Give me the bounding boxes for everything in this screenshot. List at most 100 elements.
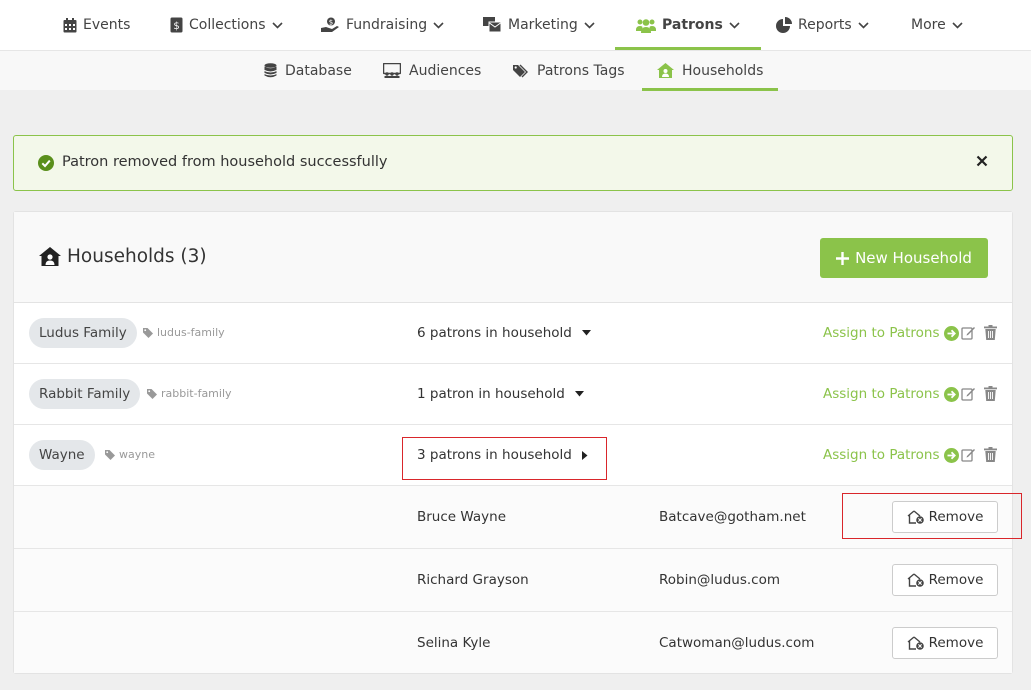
assign-to-patrons-link[interactable]: Assign to Patrons	[823, 447, 959, 463]
remove-button[interactable]: Remove	[892, 564, 998, 596]
household-slug: wayne	[105, 448, 155, 461]
close-icon[interactable]	[976, 155, 988, 167]
nav-marketing-label: Marketing	[508, 17, 578, 33]
phone-dollar-icon: $	[170, 17, 183, 33]
caret-down-icon	[574, 391, 584, 397]
nav-events-label: Events	[83, 17, 131, 33]
subnav-patrons-tags[interactable]: Patrons Tags	[513, 51, 625, 90]
chevron-down-icon	[729, 21, 740, 29]
household-name[interactable]: Ludus Family	[29, 318, 137, 348]
households-panel: Households (3) New Household Ludus Famil…	[13, 211, 1013, 674]
check-circle-icon	[38, 155, 54, 171]
nav-fundraising[interactable]: $ Fundraising	[321, 0, 444, 50]
arrow-circle-right-icon	[943, 325, 959, 341]
users-icon	[636, 18, 656, 33]
sub-navigation: Database Audiences Patrons Tags Househol…	[0, 50, 1031, 91]
nav-reports-label: Reports	[798, 17, 852, 33]
subnav-households[interactable]: Households	[641, 51, 779, 91]
trash-icon[interactable]	[984, 447, 997, 462]
edit-icon[interactable]	[961, 325, 976, 340]
household-count-toggle[interactable]: 1 patron in household	[417, 386, 584, 402]
panel-header: Households (3) New Household	[14, 212, 1012, 303]
household-count-toggle[interactable]: 3 patrons in household	[417, 447, 588, 463]
subnav-households-label: Households	[682, 62, 764, 79]
patron-row: Selina Kyle Catwoman@ludus.com Remove	[14, 612, 1012, 673]
subnav-database[interactable]: Database	[264, 51, 352, 90]
assign-label: Assign to Patrons	[823, 325, 940, 341]
house-remove-icon	[907, 573, 924, 587]
household-count-text: 3 patrons in household	[417, 447, 572, 463]
patron-row: Bruce Wayne Batcave@gotham.net Remove	[14, 486, 1012, 549]
nav-patrons[interactable]: Patrons	[615, 0, 761, 50]
assign-label: Assign to Patrons	[823, 386, 940, 402]
chevron-down-icon	[433, 21, 444, 29]
remove-label: Remove	[928, 572, 984, 588]
house-remove-icon	[907, 636, 924, 650]
trash-icon[interactable]	[984, 386, 997, 401]
remove-button[interactable]: Remove	[892, 501, 998, 533]
pie-chart-icon	[776, 17, 792, 33]
subnav-audiences-label: Audiences	[409, 62, 482, 79]
patron-name: Richard Grayson	[417, 572, 529, 588]
database-icon	[264, 63, 277, 78]
patron-email: Batcave@gotham.net	[659, 509, 806, 525]
house-user-icon	[657, 63, 674, 78]
subnav-audiences[interactable]: Audiences	[383, 51, 481, 90]
tags-icon	[513, 64, 528, 77]
nav-reports[interactable]: Reports	[776, 0, 869, 50]
nav-marketing[interactable]: Marketing	[483, 0, 595, 50]
house-remove-icon	[907, 510, 924, 524]
household-row: Wayne wayne 3 patrons in household Assig…	[14, 425, 1012, 486]
household-name[interactable]: Wayne	[29, 440, 95, 470]
assign-label: Assign to Patrons	[823, 447, 940, 463]
remove-button[interactable]: Remove	[892, 627, 998, 659]
patron-email: Robin@ludus.com	[659, 572, 780, 588]
nav-fundraising-label: Fundraising	[346, 17, 428, 33]
top-navigation: Events $ Collections $ Fundraising Marke…	[0, 0, 1031, 50]
subnav-patrons-tags-label: Patrons Tags	[537, 62, 625, 79]
household-count-toggle[interactable]: 6 patrons in household	[417, 325, 591, 341]
nav-patrons-label: Patrons	[662, 17, 723, 33]
subnav-database-label: Database	[285, 62, 352, 79]
trash-icon[interactable]	[984, 325, 997, 340]
nav-more-label: More	[911, 17, 946, 33]
household-count-text: 1 patron in household	[417, 386, 565, 402]
household-slug-text: rabbit-family	[161, 387, 232, 400]
new-household-label: New Household	[855, 249, 972, 267]
household-slug-text: wayne	[119, 448, 155, 461]
household-name[interactable]: Rabbit Family	[29, 379, 141, 409]
assign-to-patrons-link[interactable]: Assign to Patrons	[823, 386, 959, 402]
tag-icon	[105, 449, 115, 460]
chevron-down-icon	[584, 21, 595, 29]
chevron-down-icon	[952, 21, 963, 29]
plus-icon	[836, 251, 850, 265]
household-row: Ludus Family ludus-family 6 patrons in h…	[14, 303, 1012, 364]
assign-to-patrons-link[interactable]: Assign to Patrons	[823, 325, 959, 341]
patron-name: Selina Kyle	[417, 635, 491, 651]
nav-events[interactable]: Events	[63, 0, 130, 50]
patron-email: Catwoman@ludus.com	[659, 635, 815, 651]
household-slug: rabbit-family	[147, 387, 232, 400]
edit-icon[interactable]	[961, 447, 976, 462]
page-title: Households (3)	[39, 246, 207, 267]
remove-label: Remove	[928, 509, 984, 525]
household-row: Rabbit Family rabbit-family 1 patron in …	[14, 364, 1012, 425]
remove-label: Remove	[928, 635, 984, 651]
tag-icon	[147, 388, 157, 399]
arrow-circle-right-icon	[943, 386, 959, 402]
page-title-text: Households (3)	[67, 246, 207, 267]
tag-icon	[143, 327, 153, 338]
house-user-icon	[39, 247, 61, 266]
new-household-button[interactable]: New Household	[820, 238, 988, 278]
svg-text:$: $	[173, 21, 179, 32]
arrow-circle-right-icon	[943, 447, 959, 463]
nav-more[interactable]: More	[911, 0, 963, 50]
chevron-down-icon	[858, 21, 869, 29]
edit-icon[interactable]	[961, 386, 976, 401]
hand-holding-dollar-icon: $	[321, 17, 339, 32]
audience-icon	[383, 63, 401, 78]
household-slug-text: ludus-family	[157, 326, 225, 339]
nav-collections[interactable]: $ Collections	[170, 0, 283, 50]
mail-bulk-icon	[483, 17, 502, 33]
household-count-text: 6 patrons in household	[417, 325, 572, 341]
